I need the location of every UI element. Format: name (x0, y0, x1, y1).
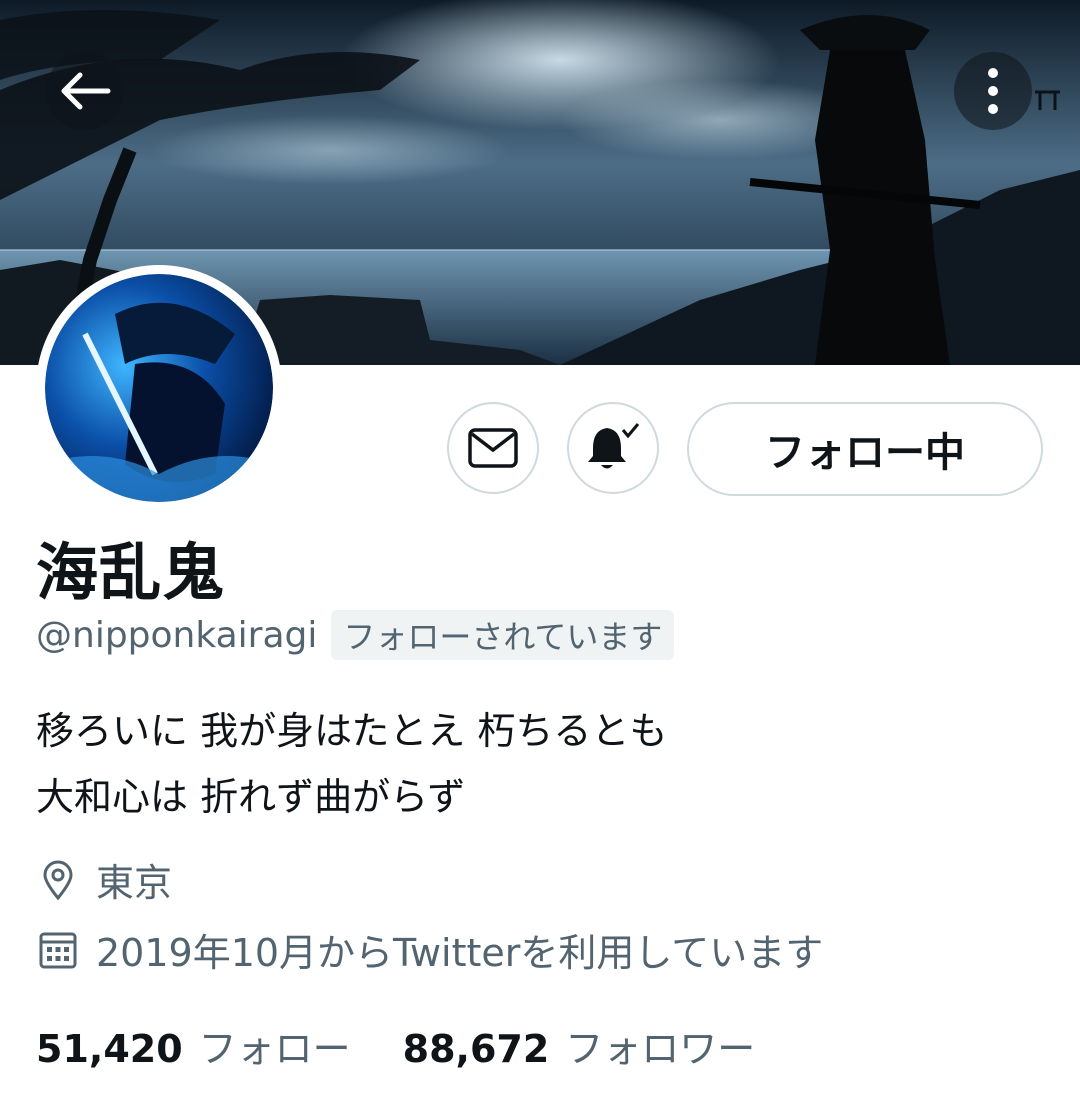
following-count: 51,420 (36, 1027, 183, 1071)
vertical-dots-icon (988, 68, 998, 114)
bio-line: 移ろいに 我が身はたとえ 朽ちるとも (36, 709, 668, 753)
message-button[interactable] (447, 402, 539, 494)
following-button[interactable]: フォロー中 (687, 402, 1043, 496)
follows-you-badge: フォローされています (331, 610, 675, 660)
avatar[interactable] (36, 265, 282, 511)
handle: @nipponkairagi (36, 614, 318, 656)
followers-label: フォロワー (565, 1027, 756, 1071)
following-label: フォロー (198, 1027, 351, 1071)
join-date-text: 2019年10月からTwitterを利用しています (96, 931, 824, 975)
back-button[interactable] (46, 52, 124, 130)
bio-line: 大和心は 折れず曲がらず (36, 775, 466, 819)
bio: 移ろいに 我が身はたとえ 朽ちるとも 大和心は 折れず曲がらず (36, 698, 667, 830)
location-text: 東京 (96, 861, 173, 905)
avatar-image (45, 274, 273, 502)
location-pin-icon (36, 858, 80, 902)
arrow-left-icon (61, 72, 111, 110)
follow-stats: 51,420 フォロー 88,672 フォロワー (36, 1018, 755, 1073)
bell-check-icon (588, 423, 640, 469)
following-stat[interactable]: 51,420 フォロー (36, 1018, 351, 1073)
display-name: 海乱鬼 (36, 536, 226, 609)
envelope-icon (468, 428, 518, 468)
notifications-button[interactable] (567, 402, 659, 494)
join-date-row: 2019年10月からTwitterを利用しています (36, 922, 823, 977)
followers-count: 88,672 (402, 1027, 550, 1071)
followers-stat[interactable]: 88,672 フォロワー (403, 1018, 756, 1073)
more-options-button[interactable] (954, 52, 1032, 130)
calendar-icon (36, 928, 80, 972)
location-row: 東京 (36, 852, 172, 907)
handle-row: @nipponkairagi フォローされています (36, 610, 675, 660)
